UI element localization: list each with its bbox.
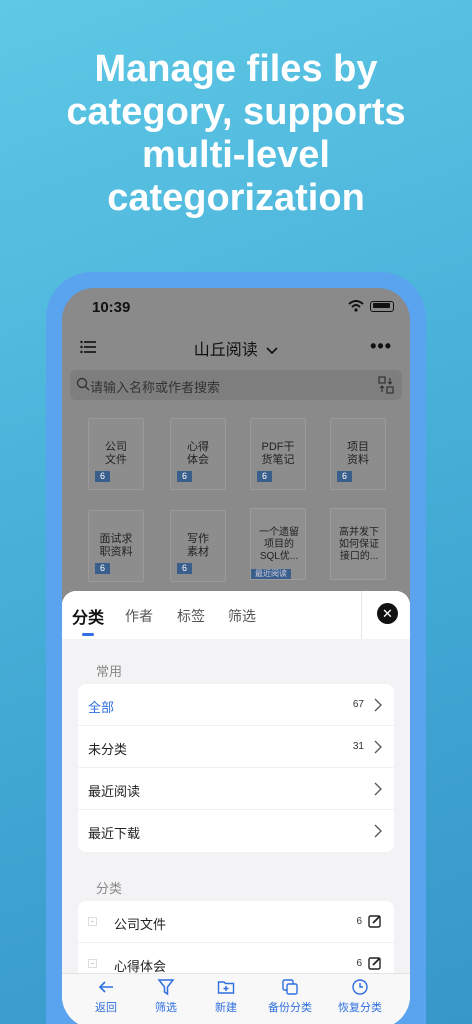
section-title-common: 常用 bbox=[96, 664, 123, 679]
folder-name: 写作 素材 bbox=[187, 533, 209, 558]
status-time: 10:39 bbox=[92, 299, 131, 316]
chevron-right-icon bbox=[374, 824, 382, 838]
folder-name: 心得 体会 bbox=[187, 441, 209, 466]
search-bar[interactable]: 请输入名称或作者搜索 bbox=[70, 370, 402, 400]
sort-icon[interactable] bbox=[378, 376, 394, 394]
back-button[interactable]: 返回 bbox=[76, 978, 136, 1015]
search-icon bbox=[76, 377, 90, 391]
new-folder-icon bbox=[217, 981, 235, 994]
filter-button[interactable]: 筛选 bbox=[136, 978, 196, 1015]
app-title-dropdown[interactable]: 山丘阅读 bbox=[62, 336, 410, 360]
back-label: 返回 bbox=[95, 1002, 117, 1014]
collapse-icon[interactable] bbox=[88, 959, 97, 968]
list-item-recent-download[interactable]: 最近下载 bbox=[78, 810, 394, 852]
collapse-icon[interactable] bbox=[88, 917, 97, 926]
item-count: 67 bbox=[352, 699, 364, 710]
backup-button[interactable]: 备份分类 bbox=[260, 978, 320, 1015]
folder-count: 6 bbox=[257, 471, 272, 482]
item-label: 最近阅读 bbox=[88, 784, 141, 799]
status-bar: 10:39 bbox=[62, 288, 410, 328]
common-list: 全部 67 未分类 31 最近阅读 最近下载 bbox=[78, 684, 394, 852]
section-title-categories: 分类 bbox=[96, 881, 123, 896]
folder-name: 公司 文件 bbox=[105, 441, 127, 466]
phone-screen: 10:39 山丘阅读 ••• 请输入名称或作者搜索 公司 文件 6 心得 体会 … bbox=[62, 288, 410, 1024]
close-button[interactable]: ✕ bbox=[377, 603, 398, 624]
document-item[interactable]: 高并发下 如何保证 接口的... bbox=[330, 508, 386, 580]
document-title: 高并发下 如何保证 接口的... bbox=[339, 527, 379, 562]
category-count: 6 bbox=[356, 916, 362, 927]
filter-label: 筛选 bbox=[155, 1002, 177, 1014]
list-item-all[interactable]: 全部 67 bbox=[78, 684, 394, 726]
sheet-tabs: 分类 作者 标签 筛选 ✕ bbox=[62, 591, 410, 639]
promo-headline: Manage files by category, supports multi… bbox=[66, 48, 406, 219]
new-button[interactable]: 新建 bbox=[196, 978, 256, 1015]
folder-item[interactable]: 写作 素材 6 bbox=[170, 510, 226, 582]
chevron-down-icon bbox=[266, 347, 278, 354]
item-count: 31 bbox=[352, 741, 364, 752]
folder-name: PDF干 货笔记 bbox=[261, 441, 295, 466]
folder-name: 面试求 职资料 bbox=[99, 533, 133, 558]
battery-icon bbox=[370, 300, 394, 312]
document-item[interactable]: 一个遗留 项目的 SQL优... 最近阅读 bbox=[250, 508, 306, 580]
category-count: 6 bbox=[356, 958, 362, 969]
folder-count: 6 bbox=[177, 471, 192, 482]
folder-item[interactable]: 项目 资料 6 bbox=[330, 418, 386, 490]
folder-item[interactable]: 面试求 职资料 6 bbox=[88, 510, 144, 582]
active-tab-indicator bbox=[82, 633, 94, 636]
restore-button[interactable]: 恢复分类 bbox=[330, 978, 390, 1015]
category-sheet: 分类 作者 标签 筛选 ✕ 常用 全部 67 未分类 31 最近阅读 最近下载 … bbox=[62, 591, 410, 1024]
item-label: 未分类 bbox=[88, 742, 128, 757]
list-item-uncategorized[interactable]: 未分类 31 bbox=[78, 726, 394, 768]
back-arrow-icon bbox=[98, 981, 113, 993]
tab-author[interactable]: 作者 bbox=[125, 606, 153, 626]
item-label: 全部 bbox=[88, 700, 115, 715]
chevron-right-icon bbox=[374, 698, 382, 712]
app-title: 山丘阅读 bbox=[193, 342, 258, 359]
wifi-icon bbox=[348, 300, 364, 312]
chevron-right-icon bbox=[374, 740, 382, 754]
list-item-recent-read[interactable]: 最近阅读 bbox=[78, 768, 394, 810]
new-label: 新建 bbox=[215, 1002, 237, 1014]
more-icon[interactable]: ••• bbox=[370, 336, 392, 357]
filter-icon bbox=[157, 979, 175, 996]
clock-icon bbox=[352, 979, 368, 995]
item-label: 最近下载 bbox=[88, 826, 141, 841]
backup-label: 备份分类 bbox=[268, 1002, 312, 1014]
search-placeholder: 请输入名称或作者搜索 bbox=[90, 380, 221, 395]
close-icon: ✕ bbox=[382, 606, 393, 621]
restore-label: 恢复分类 bbox=[338, 1002, 382, 1014]
recent-read-tag: 最近阅读 bbox=[251, 569, 291, 579]
copy-icon bbox=[282, 979, 298, 995]
status-icons bbox=[348, 300, 394, 312]
folder-count: 6 bbox=[337, 471, 352, 482]
folder-item[interactable]: 公司 文件 6 bbox=[88, 418, 144, 490]
bottom-toolbar: 返回 筛选 新建 备份分类 恢复分类 bbox=[62, 973, 410, 1024]
chevron-right-icon bbox=[374, 782, 382, 796]
tab-tags[interactable]: 标签 bbox=[177, 606, 205, 626]
folder-name: 项目 资料 bbox=[347, 441, 369, 466]
folder-count: 6 bbox=[95, 471, 110, 482]
tab-category[interactable]: 分类 bbox=[72, 604, 104, 628]
edit-icon[interactable] bbox=[368, 914, 382, 928]
document-title: 一个遗留 项目的 SQL优... bbox=[259, 527, 299, 562]
divider bbox=[361, 591, 362, 639]
folder-count: 6 bbox=[177, 563, 192, 574]
edit-icon[interactable] bbox=[368, 956, 382, 970]
nav-bar: 山丘阅读 ••• bbox=[62, 328, 410, 368]
category-label: 公司文件 bbox=[114, 917, 167, 932]
tab-filter[interactable]: 筛选 bbox=[228, 606, 256, 626]
folder-count: 6 bbox=[95, 563, 110, 574]
folder-item[interactable]: PDF干 货笔记 6 bbox=[250, 418, 306, 490]
folder-item[interactable]: 心得 体会 6 bbox=[170, 418, 226, 490]
category-row[interactable]: 公司文件 6 bbox=[78, 901, 394, 943]
